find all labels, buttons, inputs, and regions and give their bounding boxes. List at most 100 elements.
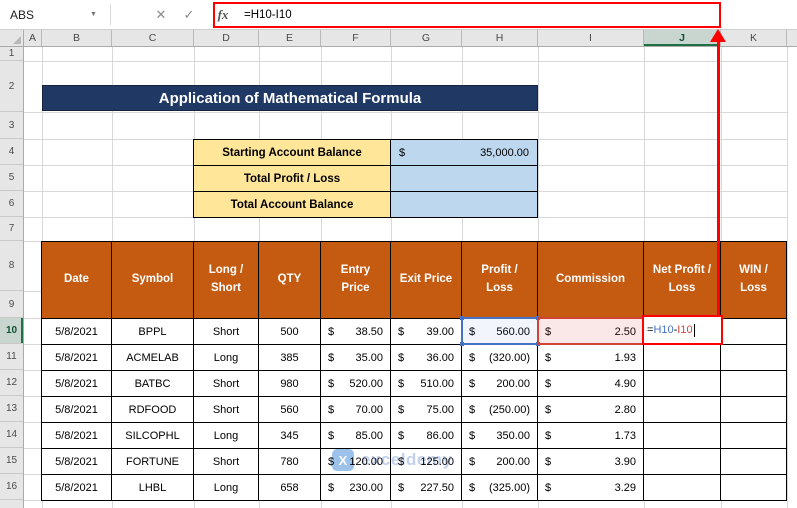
- cell-exit-price[interactable]: $ 86.00: [391, 423, 462, 449]
- header-win-loss[interactable]: WIN / Loss: [721, 242, 787, 319]
- cell-symbol[interactable]: BPPL: [112, 319, 194, 345]
- summary-value[interactable]: [391, 192, 538, 218]
- name-box-dropdown-icon[interactable]: ▼: [90, 11, 97, 18]
- summary-label[interactable]: Starting Account Balance: [194, 140, 391, 166]
- summary-value[interactable]: $ 35,000.00: [391, 140, 538, 166]
- row-header-8[interactable]: 8: [0, 241, 23, 291]
- cell-win-loss[interactable]: [721, 475, 787, 501]
- row-header-9[interactable]: 9: [0, 291, 23, 318]
- active-cell-editor-j10[interactable]: = H10- I10: [642, 315, 723, 345]
- cell-date[interactable]: 5/8/2021: [42, 475, 112, 501]
- cell-qty[interactable]: 980: [259, 371, 321, 397]
- cell-entry-price[interactable]: $ 85.00: [321, 423, 391, 449]
- cell-symbol[interactable]: LHBL: [112, 475, 194, 501]
- select-all-corner[interactable]: [0, 30, 24, 47]
- cell-date[interactable]: 5/8/2021: [42, 345, 112, 371]
- cell-commission[interactable]: $ 2.80: [538, 397, 644, 423]
- cell-win-loss[interactable]: [721, 345, 787, 371]
- cell-position[interactable]: Long: [194, 345, 259, 371]
- row-header-15[interactable]: 15: [0, 448, 23, 474]
- row-header-3[interactable]: 3: [0, 112, 23, 139]
- summary-label[interactable]: Total Profit / Loss: [194, 166, 391, 192]
- header-long-short[interactable]: Long / Short: [194, 242, 259, 319]
- cell-profit-loss[interactable]: $ 560.00: [462, 319, 538, 345]
- cell-symbol[interactable]: BATBC: [112, 371, 194, 397]
- cell-qty[interactable]: 385: [259, 345, 321, 371]
- header-commission[interactable]: Commission: [538, 242, 644, 319]
- cell-commission[interactable]: $ 1.93: [538, 345, 644, 371]
- cell-entry-price[interactable]: $ 520.00: [321, 371, 391, 397]
- col-header-g[interactable]: G: [391, 30, 462, 46]
- row-header-13[interactable]: 13: [0, 396, 23, 422]
- cell-win-loss[interactable]: [721, 423, 787, 449]
- cell-profit-loss[interactable]: $ (320.00): [462, 345, 538, 371]
- cell-position[interactable]: Long: [194, 423, 259, 449]
- col-header-a[interactable]: A: [24, 30, 42, 46]
- cell-net-profit-loss[interactable]: [644, 475, 721, 501]
- cell-date[interactable]: 5/8/2021: [42, 319, 112, 345]
- cell-exit-price[interactable]: $ 39.00: [391, 319, 462, 345]
- cell-qty[interactable]: 500: [259, 319, 321, 345]
- cell-profit-loss[interactable]: $ 200.00: [462, 371, 538, 397]
- cell-qty[interactable]: 658: [259, 475, 321, 501]
- cell-exit-price[interactable]: $ 227.50: [391, 475, 462, 501]
- cell-symbol[interactable]: RDFOOD: [112, 397, 194, 423]
- cell-qty[interactable]: 780: [259, 449, 321, 475]
- cell-profit-loss[interactable]: $ (250.00): [462, 397, 538, 423]
- row-header-12[interactable]: 12: [0, 370, 23, 396]
- cell-symbol[interactable]: SILCOPHL: [112, 423, 194, 449]
- col-header-h[interactable]: H: [462, 30, 538, 46]
- cell-position[interactable]: Short: [194, 397, 259, 423]
- header-date[interactable]: Date: [42, 242, 112, 319]
- cell-commission[interactable]: $ 4.90: [538, 371, 644, 397]
- row-header-11[interactable]: 11: [0, 344, 23, 370]
- cell-symbol[interactable]: FORTUNE: [112, 449, 194, 475]
- cell-entry-price[interactable]: $ 35.00: [321, 345, 391, 371]
- cell-exit-price[interactable]: $ 36.00: [391, 345, 462, 371]
- cancel-icon[interactable]: ✕: [148, 0, 174, 29]
- row-header-6[interactable]: 6: [0, 191, 23, 217]
- cell-entry-price[interactable]: $ 70.00: [321, 397, 391, 423]
- cell-commission[interactable]: $ 3.29: [538, 475, 644, 501]
- row-header-2[interactable]: 2: [0, 61, 23, 112]
- cell-win-loss[interactable]: [721, 397, 787, 423]
- enter-icon[interactable]: ✓: [176, 0, 202, 29]
- row-header-5[interactable]: 5: [0, 165, 23, 191]
- header-entry-price[interactable]: Entry Price: [321, 242, 391, 319]
- col-header-i[interactable]: I: [538, 30, 644, 46]
- cell-net-profit-loss[interactable]: [644, 397, 721, 423]
- row-header-1[interactable]: 1: [0, 47, 23, 61]
- row-header-4[interactable]: 4: [0, 139, 23, 165]
- col-header-b[interactable]: B: [42, 30, 112, 46]
- row-header-14[interactable]: 14: [0, 422, 23, 448]
- summary-label[interactable]: Total Account Balance: [194, 192, 391, 218]
- cell-net-profit-loss[interactable]: [644, 423, 721, 449]
- col-header-e[interactable]: E: [259, 30, 321, 46]
- header-exit-price[interactable]: Exit Price: [391, 242, 462, 319]
- cell-qty[interactable]: 560: [259, 397, 321, 423]
- cell-commission[interactable]: $ 2.50: [538, 319, 644, 345]
- cell-position[interactable]: Short: [194, 371, 259, 397]
- cell-net-profit-loss[interactable]: [644, 371, 721, 397]
- cell-exit-price[interactable]: $ 510.00: [391, 371, 462, 397]
- cell-symbol[interactable]: ACMELAB: [112, 345, 194, 371]
- row-header-16[interactable]: 16: [0, 474, 23, 500]
- cell-net-profit-loss[interactable]: [644, 449, 721, 475]
- cell-entry-price[interactable]: $ 38.50: [321, 319, 391, 345]
- cell-net-profit-loss[interactable]: [644, 345, 721, 371]
- col-header-d[interactable]: D: [194, 30, 259, 46]
- cell-entry-price[interactable]: $ 230.00: [321, 475, 391, 501]
- col-header-k[interactable]: K: [721, 30, 787, 46]
- cell-profit-loss[interactable]: $ 350.00: [462, 423, 538, 449]
- cell-profit-loss[interactable]: $ 200.00: [462, 449, 538, 475]
- row-header-7[interactable]: 7: [0, 217, 23, 241]
- cell-position[interactable]: Short: [194, 449, 259, 475]
- col-header-c[interactable]: C: [112, 30, 194, 46]
- cell-date[interactable]: 5/8/2021: [42, 397, 112, 423]
- cell-qty[interactable]: 345: [259, 423, 321, 449]
- cell-date[interactable]: 5/8/2021: [42, 449, 112, 475]
- header-qty[interactable]: QTY: [259, 242, 321, 319]
- cell-position[interactable]: Short: [194, 319, 259, 345]
- cell-date[interactable]: 5/8/2021: [42, 371, 112, 397]
- cell-exit-price[interactable]: $ 75.00: [391, 397, 462, 423]
